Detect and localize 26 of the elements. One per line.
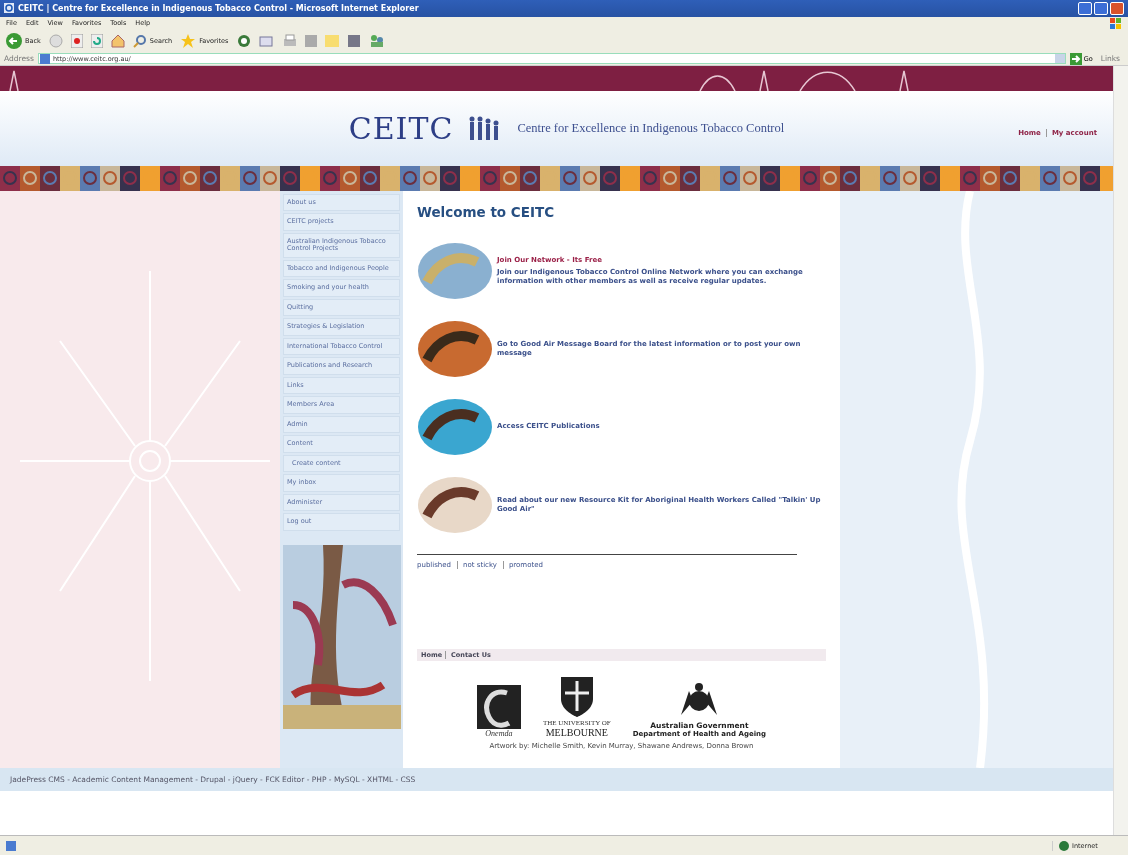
refresh-icon <box>90 34 103 49</box>
stop-icon <box>70 34 83 49</box>
logo-caption: Onemda <box>485 728 513 738</box>
home-icon <box>110 34 125 49</box>
page-icon <box>39 53 50 64</box>
woodcut-emblem-icon <box>476 684 521 729</box>
mail-icon <box>258 34 275 49</box>
logo-caption: MELBOURNE <box>545 726 608 738</box>
site-tagline: Centre for Excellence in Indigenous Tobacco Control <box>517 120 785 136</box>
page-status-icon <box>6 840 16 851</box>
window-title: CEITC | Centre for Excellence in Indigenous Tobacco Control - Microsoft Internet Explorer <box>18 4 419 13</box>
history-icon <box>236 34 251 49</box>
maximize-button[interactable] <box>1094 2 1108 15</box>
site-logo[interactable]: CEITC <box>348 110 454 146</box>
star-icon <box>180 33 197 50</box>
minimize-button[interactable] <box>1078 2 1092 15</box>
close-button[interactable] <box>1110 2 1124 15</box>
search-icon <box>132 34 147 49</box>
scrollbar[interactable] <box>1113 65 1128 836</box>
page-heading: Welcome to CEITC <box>417 203 556 220</box>
browser-icon <box>4 3 14 14</box>
people-icon <box>368 34 385 49</box>
windows-flag-icon <box>1110 18 1122 31</box>
crest-icon <box>558 674 595 719</box>
globe-icon <box>1059 840 1069 851</box>
print-icon <box>282 34 297 49</box>
